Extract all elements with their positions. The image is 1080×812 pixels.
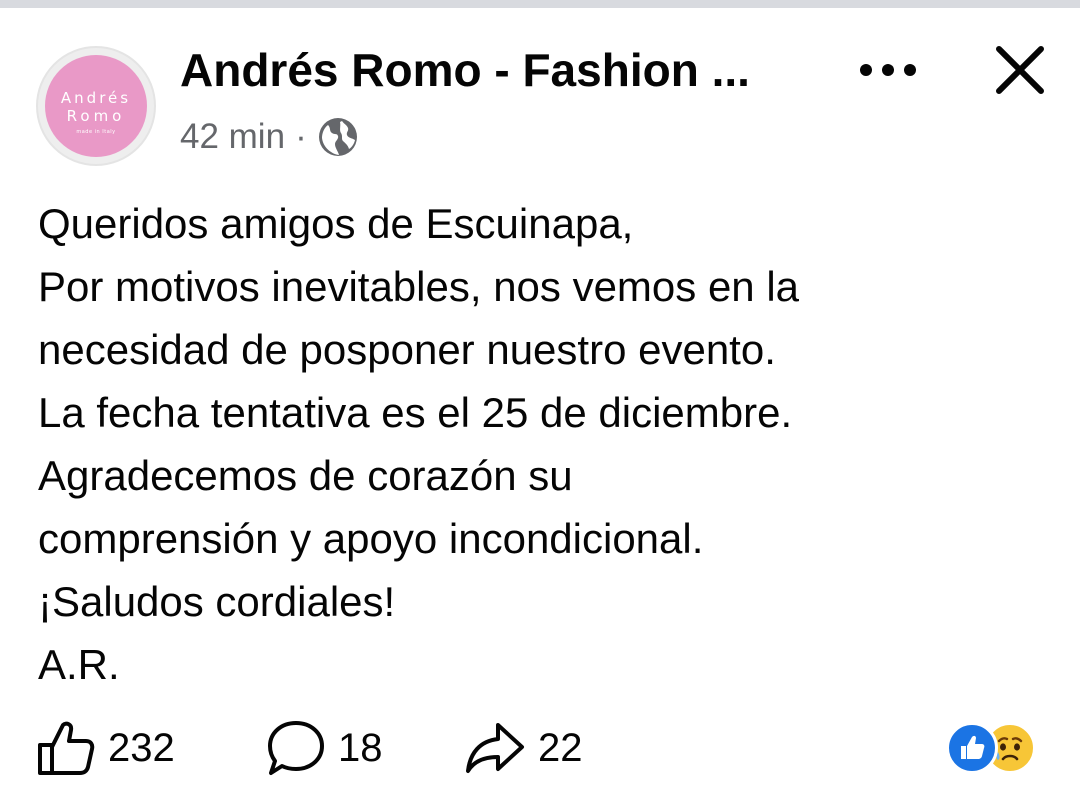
comment-count: 18: [338, 725, 383, 770]
like-count: 232: [108, 725, 175, 770]
like-button[interactable]: 232: [36, 716, 175, 780]
close-button[interactable]: [988, 38, 1052, 102]
post-text-line: Agradecemos de corazón su: [38, 452, 573, 499]
top-divider: [0, 0, 1080, 8]
comment-button[interactable]: 18: [266, 716, 383, 780]
close-icon: [996, 46, 1044, 94]
post-time[interactable]: 42 min: [180, 117, 285, 157]
globe-icon[interactable]: [317, 116, 359, 158]
logo-text-line1: Andrés: [60, 89, 132, 107]
page-avatar[interactable]: Andrés Romo made in Italy: [36, 46, 156, 166]
author-name[interactable]: Andrés Romo - Fashion ...: [180, 40, 780, 100]
action-bar: 232 18 22: [36, 716, 1046, 780]
post-text-line: ¡Saludos cordiales!: [38, 578, 396, 625]
meta-separator: ·: [295, 117, 307, 156]
thumbs-up-icon: [38, 721, 95, 775]
logo-text-line3: made in Italy: [76, 129, 116, 135]
share-count: 22: [538, 725, 583, 770]
more-options-button[interactable]: [852, 52, 924, 88]
share-arrow-icon: [466, 723, 524, 773]
post-text-line: Queridos amigos de Escuinapa,: [38, 200, 634, 247]
logo-text-line2: Romo: [66, 107, 126, 125]
post-text-line: comprensión y apoyo incondicional.: [38, 515, 704, 562]
post-text-line: La fecha tentativa es el 25 de diciembre…: [38, 389, 793, 436]
more-dots-icon: [860, 64, 916, 76]
post-text-line: necesidad de posponer nuestro evento.: [38, 326, 776, 373]
avatar-logo: Andrés Romo made in Italy: [45, 55, 147, 157]
share-button[interactable]: 22: [464, 716, 583, 780]
reactions-summary[interactable]: [946, 722, 1046, 776]
post-meta: 42 min ·: [180, 114, 359, 160]
post-body: Queridos amigos de Escuinapa, Por motivo…: [38, 192, 1048, 696]
post-text-line: Por motivos inevitables, nos vemos en la: [38, 263, 800, 310]
like-reaction-icon: [946, 722, 998, 774]
post-text-line: A.R.: [38, 641, 120, 688]
comment-icon: [268, 721, 324, 775]
